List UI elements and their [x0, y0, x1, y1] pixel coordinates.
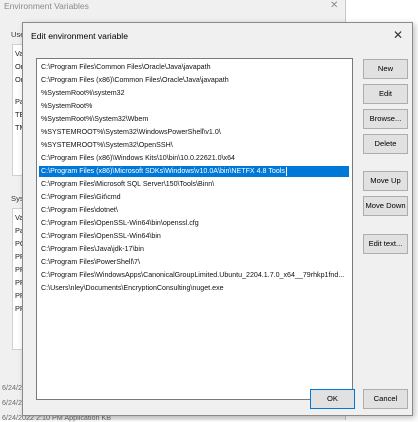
- browse-button[interactable]: Browse...: [363, 109, 408, 129]
- path-item[interactable]: C:\Program Files\Common Files\Oracle\Jav…: [39, 62, 211, 73]
- path-item[interactable]: %SystemRoot%\System32\Wbem: [39, 114, 148, 125]
- path-item[interactable]: C:\Program Files\Microsoft SQL Server\15…: [39, 179, 214, 190]
- window-title: Environment Variables: [4, 1, 89, 11]
- move-up-button[interactable]: Move Up: [363, 171, 408, 191]
- path-item[interactable]: C:\Program Files\OpenSSL-Win64\bin\opens…: [39, 218, 199, 229]
- path-item[interactable]: %SystemRoot%: [39, 101, 92, 112]
- edit-button[interactable]: Edit: [363, 84, 408, 104]
- path-item[interactable]: C:\Program Files\PowerShell\7\: [39, 257, 140, 268]
- path-item[interactable]: C:\Program Files (x86)\Windows Kits\10\b…: [39, 153, 235, 164]
- ok-button[interactable]: OK: [310, 389, 355, 409]
- edit-text-button[interactable]: Edit text...: [363, 234, 408, 254]
- delete-button[interactable]: Delete: [363, 134, 408, 154]
- path-item[interactable]: C:\Program Files\Java\jdk-17\bin: [39, 244, 144, 255]
- path-item-edit-text[interactable]: C:\Program Files (x86)\Microsoft SDKs\Wi…: [41, 167, 285, 175]
- path-item[interactable]: %SYSTEMROOT%\System32\WindowsPowerShell\…: [39, 127, 221, 138]
- dialog-title: Edit environment variable: [31, 31, 128, 41]
- move-down-button[interactable]: Move Down: [363, 196, 408, 216]
- path-item[interactable]: C:\Program Files (x86)\Common Files\Orac…: [39, 75, 229, 86]
- path-item[interactable]: %SYSTEMROOT%\System32\OpenSSH\: [39, 140, 173, 151]
- path-list[interactable]: C:\Program Files\Common Files\Oracle\Jav…: [36, 58, 353, 400]
- edit-environment-variable-dialog: Edit environment variable ✕ C:\Program F…: [22, 22, 413, 416]
- path-item[interactable]: C:\Program Files\WindowsApps\CanonicalGr…: [39, 270, 344, 281]
- path-item[interactable]: %SystemRoot%\system32: [39, 88, 125, 99]
- text-cursor: [285, 166, 287, 176]
- path-item[interactable]: C:\Program Files\dotnet\: [39, 205, 118, 216]
- path-item[interactable]: C:\Program Files\Git\cmd: [39, 192, 121, 203]
- close-icon[interactable]: ✕: [330, 0, 338, 11]
- path-item-selected[interactable]: C:\Program Files (x86)\Microsoft SDKs\Wi…: [39, 166, 349, 177]
- path-item[interactable]: C:\Users\nley\Documents\EncryptionConsul…: [39, 283, 224, 294]
- cancel-button[interactable]: Cancel: [363, 389, 408, 409]
- new-button[interactable]: New: [363, 59, 408, 79]
- close-icon[interactable]: ✕: [390, 27, 406, 43]
- path-item[interactable]: C:\Program Files\OpenSSL-Win64\bin: [39, 231, 161, 242]
